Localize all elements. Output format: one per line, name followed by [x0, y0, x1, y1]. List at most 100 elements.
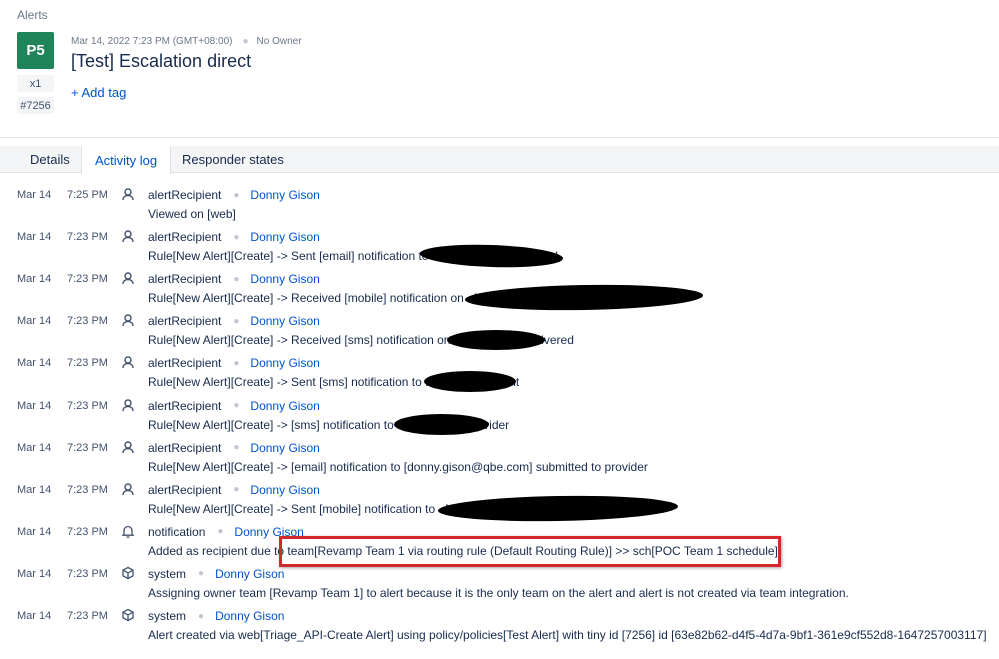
log-source: alertRecipient ● Donny Gison	[148, 441, 320, 455]
log-source-type: alertRecipient	[148, 398, 222, 413]
log-message-start: Rule[New Alert][Create] -> Received [sms…	[148, 333, 451, 348]
log-entry: Mar 14 7:25 PM alertRecipient ● Donny Gison V…	[0, 186, 999, 228]
log-source: alertRecipient ● Donny Gison	[148, 483, 320, 497]
redaction-mark	[394, 414, 489, 435]
separator-dot: ●	[198, 610, 205, 622]
log-source: alertRecipient ● Donny Gison	[148, 399, 320, 413]
log-message-start: Rule[New Alert][Create] -> Sent [sms] no…	[148, 375, 422, 390]
log-source: alertRecipient ● Donny Gison	[148, 356, 320, 370]
log-date: Mar 14	[17, 273, 52, 286]
log-time: 7:25 PM	[67, 189, 108, 201]
tab-activity-log[interactable]: Activity log	[81, 146, 172, 174]
log-date: Mar 14	[17, 483, 52, 496]
log-source-type: alertRecipient	[148, 230, 222, 245]
log-date: Mar 14	[17, 525, 52, 538]
log-message: Alert created via web[Triage_API-Create …	[148, 628, 987, 642]
log-time: 7:23 PM	[67, 315, 108, 328]
log-source-type: system	[148, 609, 187, 623]
tab-responder-states[interactable]: Responder states	[169, 146, 297, 173]
log-source-type: alertRecipient	[148, 356, 222, 371]
log-date: Mar 14	[17, 357, 52, 370]
log-user-link[interactable]: Donny Gison	[250, 188, 319, 202]
log-source-type: system	[148, 566, 187, 581]
tab-bar: Details Activity log Responder states	[0, 146, 999, 174]
log-date: Mar 14	[17, 441, 52, 454]
user-icon	[120, 481, 136, 497]
separator-dot: ●	[233, 442, 240, 454]
log-source: alertRecipient ● Donny Gison	[148, 188, 320, 202]
log-user-link[interactable]: Donny Gison	[250, 441, 319, 455]
log-message-start: Rule[New Alert][Create] -> [sms] notific…	[148, 417, 394, 432]
log-source-type: alertRecipient	[148, 440, 222, 455]
log-time: 7:23 PM	[67, 273, 108, 286]
log-user-link[interactable]: Donny Gison	[250, 399, 319, 413]
user-icon	[120, 228, 136, 244]
log-source-type: notification	[148, 524, 206, 539]
log-entry: Mar 14 7:23 PM alertRecipient ● Donny Gison R…	[0, 439, 999, 481]
breadcrumb[interactable]: Alerts	[17, 8, 48, 22]
user-icon	[120, 354, 136, 370]
user-icon	[120, 312, 136, 328]
log-entry: Mar 14 7:23 PM system ● Donny Gison Alert cre…	[0, 607, 999, 649]
log-message-start: Rule[New Alert][Create] -> Received [mob…	[148, 291, 464, 306]
log-source-type: alertRecipient	[148, 188, 222, 202]
log-source-type: alertRecipient	[148, 314, 222, 329]
priority-badge: P5	[17, 32, 54, 69]
log-user-link[interactable]: Donny Gison	[215, 567, 284, 581]
separator-dot: ●	[217, 526, 224, 538]
separator-dot: ●	[233, 357, 240, 369]
log-user-link[interactable]: Donny Gison	[250, 356, 319, 370]
log-user-link[interactable]: Donny Gison	[250, 230, 319, 244]
separator-dot: ●	[198, 568, 205, 580]
bell-icon	[120, 523, 136, 539]
header-divider	[0, 137, 999, 138]
separator-dot: ●	[233, 484, 240, 496]
log-date: Mar 14	[17, 315, 52, 328]
cube-icon	[120, 607, 136, 623]
log-user-link[interactable]: Donny Gison	[250, 314, 319, 328]
user-icon	[120, 397, 136, 413]
log-source: alertRecipient ● Donny Gison	[148, 314, 320, 328]
add-tag-button[interactable]: + Add tag	[71, 85, 126, 100]
user-icon	[120, 270, 136, 286]
separator-dot: ●	[233, 231, 240, 243]
created-timestamp: Mar 14, 2022 7:23 PM (GMT+08:00)	[71, 36, 233, 47]
user-icon	[120, 186, 136, 202]
log-entry: Mar 14 7:23 PM system ● Donny Gison Assigning…	[0, 565, 999, 607]
log-time: 7:23 PM	[67, 399, 108, 412]
log-message-start: Rule[New Alert][Create] -> Sent [email] …	[148, 249, 429, 264]
log-date: Mar 14	[17, 189, 52, 201]
separator-dot: ●	[233, 189, 240, 201]
alert-count-badge: x1	[17, 75, 54, 92]
separator-dot: ●	[233, 273, 240, 285]
log-source-type: alertRecipient	[148, 482, 222, 497]
redaction-mark	[424, 371, 516, 392]
cube-icon	[120, 565, 136, 581]
tiny-id-badge: #7256	[17, 97, 54, 114]
log-source: alertRecipient ● Donny Gison	[148, 230, 320, 244]
log-user-link[interactable]: Donny Gison	[250, 483, 319, 497]
log-date: Mar 14	[17, 567, 52, 580]
highlight-annotation	[279, 536, 781, 567]
log-message: Viewed on [web]	[148, 207, 236, 221]
log-message-start: Rule[New Alert][Create] -> Sent [mobile]…	[148, 501, 436, 516]
alert-meta: Mar 14, 2022 7:23 PM (GMT+08:00) ● No Ow…	[71, 36, 302, 47]
tab-details[interactable]: Details	[17, 146, 83, 173]
log-source: system ● Donny Gison	[148, 609, 284, 623]
log-message: Assigning owner team [Revamp Team 1] to …	[148, 585, 849, 600]
log-source: alertRecipient ● Donny Gison	[148, 272, 320, 286]
redaction-mark	[447, 330, 545, 350]
log-source-type: alertRecipient	[148, 272, 222, 287]
log-time: 7:23 PM	[67, 357, 108, 370]
log-source: system ● Donny Gison	[148, 567, 284, 581]
log-message: Rule[New Alert][Create] -> [email] notif…	[148, 459, 648, 474]
log-time: 7:23 PM	[67, 441, 108, 454]
log-time: 7:23 PM	[67, 567, 108, 580]
user-icon	[120, 439, 136, 455]
log-date: Mar 14	[17, 231, 52, 244]
log-user-link[interactable]: Donny Gison	[215, 609, 284, 623]
log-user-link[interactable]: Donny Gison	[250, 272, 319, 286]
log-date: Mar 14	[17, 610, 52, 622]
log-time: 7:23 PM	[67, 231, 108, 244]
owner-label: No Owner	[256, 36, 302, 47]
